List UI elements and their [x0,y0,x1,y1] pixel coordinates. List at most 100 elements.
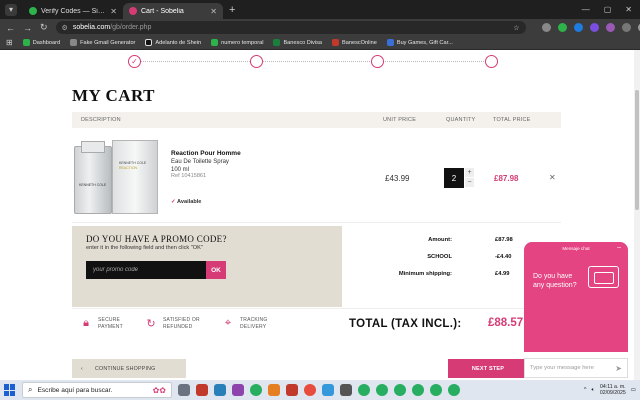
app-icon[interactable] [268,384,280,396]
bookmark-6[interactable]: Buy Games, Gift Car... [386,39,453,46]
chrome-icon[interactable] [394,384,406,396]
chrome-icon[interactable] [358,384,370,396]
taskbar: ⌕ Escribe aquí para buscar. ✿✿ ^ 🔈︎ 04:1… [0,380,640,400]
checkout-steps: ✓ [128,55,498,69]
site-info-icon[interactable]: ⚙ [62,24,68,32]
bookmark-label: Dashboard [32,39,61,46]
tray-chevron-icon[interactable]: ^ [584,387,587,393]
quantity-increase-icon[interactable]: + [465,168,474,177]
promo-code-panel: DO YOU HAVE A PROMO CODE? enter it in th… [72,226,342,307]
chrome-icon[interactable] [448,384,460,396]
shield-icon[interactable] [557,23,567,32]
taskbar-search[interactable]: ⌕ Escribe aquí para buscar. ✿✿ [22,382,172,398]
app-icon[interactable] [286,384,298,396]
features-divider [72,308,561,309]
header-quantity: QUANTITY [446,117,476,123]
page-scrollbar[interactable] [634,50,640,380]
extension-icon[interactable] [573,23,583,32]
app-icon[interactable] [232,384,244,396]
bookmark-star-icon[interactable]: ☆ [513,24,519,32]
chrome-icon[interactable] [412,384,424,396]
promo-code-input[interactable] [86,261,206,279]
chrome-icon[interactable] [250,384,262,396]
chat-bubble-icon [594,272,614,284]
flowers-icon: ✿✿ [152,385,166,395]
bookmark-label: Fake Gmail Generator [80,39,136,46]
close-icon[interactable]: ✕ [110,7,117,16]
taskbar-search-placeholder: Escribe aquí para buscar. [37,386,113,394]
cart-table-header: DESCRIPTION UNIT PRICE QUANTITY TOTAL PR… [72,112,561,128]
chrome-icon[interactable] [376,384,388,396]
promo-ok-button[interactable]: OK [206,261,226,279]
send-icon[interactable]: ➤ [615,364,622,373]
url-host: sobelia.com [72,24,111,31]
opera-icon[interactable] [304,384,316,396]
address-bar[interactable]: ⚙ sobelia.com/gb/order.php ☆ [55,21,526,34]
product-name[interactable]: Reaction Pour Homme [171,150,241,157]
next-step-button[interactable]: NEXT STEP [448,359,528,378]
quantity-decrease-icon[interactable]: − [465,178,474,187]
chrome-icon[interactable] [430,384,442,396]
step-3 [371,55,384,68]
bookmark-1[interactable]: Fake Gmail Generator [70,39,135,46]
reload-icon[interactable]: ↻ [40,22,48,33]
minimize-chat-icon[interactable]: – [617,244,621,251]
app-icon[interactable] [196,384,208,396]
quantity-input[interactable]: 2 [444,168,464,188]
step-2 [250,55,263,68]
step-4 [485,55,498,68]
notifications-icon[interactable]: ▭ [631,387,636,393]
chevron-left-icon: ‹ [81,365,83,372]
chat-question: Do you have any question? [533,273,577,289]
product-image[interactable]: KENNETH COLE KENNETH COLE REACTION [72,140,160,214]
app-icon[interactable] [340,384,352,396]
extension-icon[interactable] [605,23,615,32]
extension-icon[interactable] [541,23,551,32]
step-1-checkmark-icon[interactable]: ✓ [128,55,141,68]
volume-icon[interactable]: 🔈︎ [592,387,595,394]
feature-label: SECURE PAYMENT [98,317,123,330]
tab-favicon-icon [129,7,137,15]
puzzle-icon[interactable] [621,23,631,32]
app-icon[interactable] [322,384,334,396]
product-ref: Ref 10415861 [171,173,207,179]
browser-tab-1[interactable]: Cart - Sobelia ✕ [123,3,223,19]
header-unit-price: UNIT PRICE [383,117,417,123]
back-icon[interactable]: ← [6,23,15,33]
tab-search-icon[interactable]: ▾ [5,3,17,16]
continue-shopping-label: CONTINUE SHOPPING [94,365,156,372]
summary-discount-label: SCHOOL [427,254,452,260]
browser-tab-0[interactable]: Verify Codes — SimplyCodes ✕ [23,3,123,19]
product-details: Eau De Toilette Spray 100 ml [171,158,229,174]
bookmark-2[interactable]: Adelanto de Shein [145,39,201,46]
close-icon[interactable]: ✕ [210,7,217,16]
box-product: REACTION [119,166,138,170]
chat-header[interactable]: Mensaje chat – Do you have any question? [524,242,628,352]
tab-title: Cart - Sobelia [141,7,184,15]
chat-message-input[interactable] [530,365,616,371]
bookmark-0[interactable]: Dashboard [22,39,61,46]
bookmark-label: numero temporal [221,39,264,46]
browser-toolbar: ← → ↻ ⚙ sobelia.com/gb/order.php ☆ ⋮ [0,19,640,36]
system-tray: ^ 🔈︎ 04:11 a. m. 02/09/2025 ▭ [584,384,636,397]
scrollbar-thumb[interactable] [635,90,639,210]
refresh-icon: ↻ [146,318,156,330]
maximize-icon[interactable]: ▢ [604,5,612,14]
minimize-icon[interactable]: — [582,5,590,14]
new-tab-icon[interactable]: + [229,4,235,16]
app-icon[interactable] [214,384,226,396]
forward-icon[interactable]: → [23,23,32,33]
bookmark-4[interactable]: Banesco Divisa [273,39,322,46]
windows-start-icon[interactable] [4,384,16,396]
close-window-icon[interactable]: ✕ [625,5,632,14]
clock[interactable]: 04:11 a. m. 02/09/2025 [600,384,626,397]
summary-shipping-label: Minimum shipping: [398,271,452,277]
remove-item-icon[interactable]: ✕ [549,173,556,182]
bookmark-5[interactable]: BanescOnline [332,39,377,46]
bottle-label: KENNETH COLE [79,183,107,187]
bookmark-3[interactable]: numero temporal [211,39,263,46]
task-view-icon[interactable] [178,384,190,396]
continue-shopping-button[interactable]: ‹ CONTINUE SHOPPING [72,359,186,378]
profile-a-icon[interactable] [589,23,599,32]
apps-grid-icon[interactable]: ⊞ [6,38,13,47]
